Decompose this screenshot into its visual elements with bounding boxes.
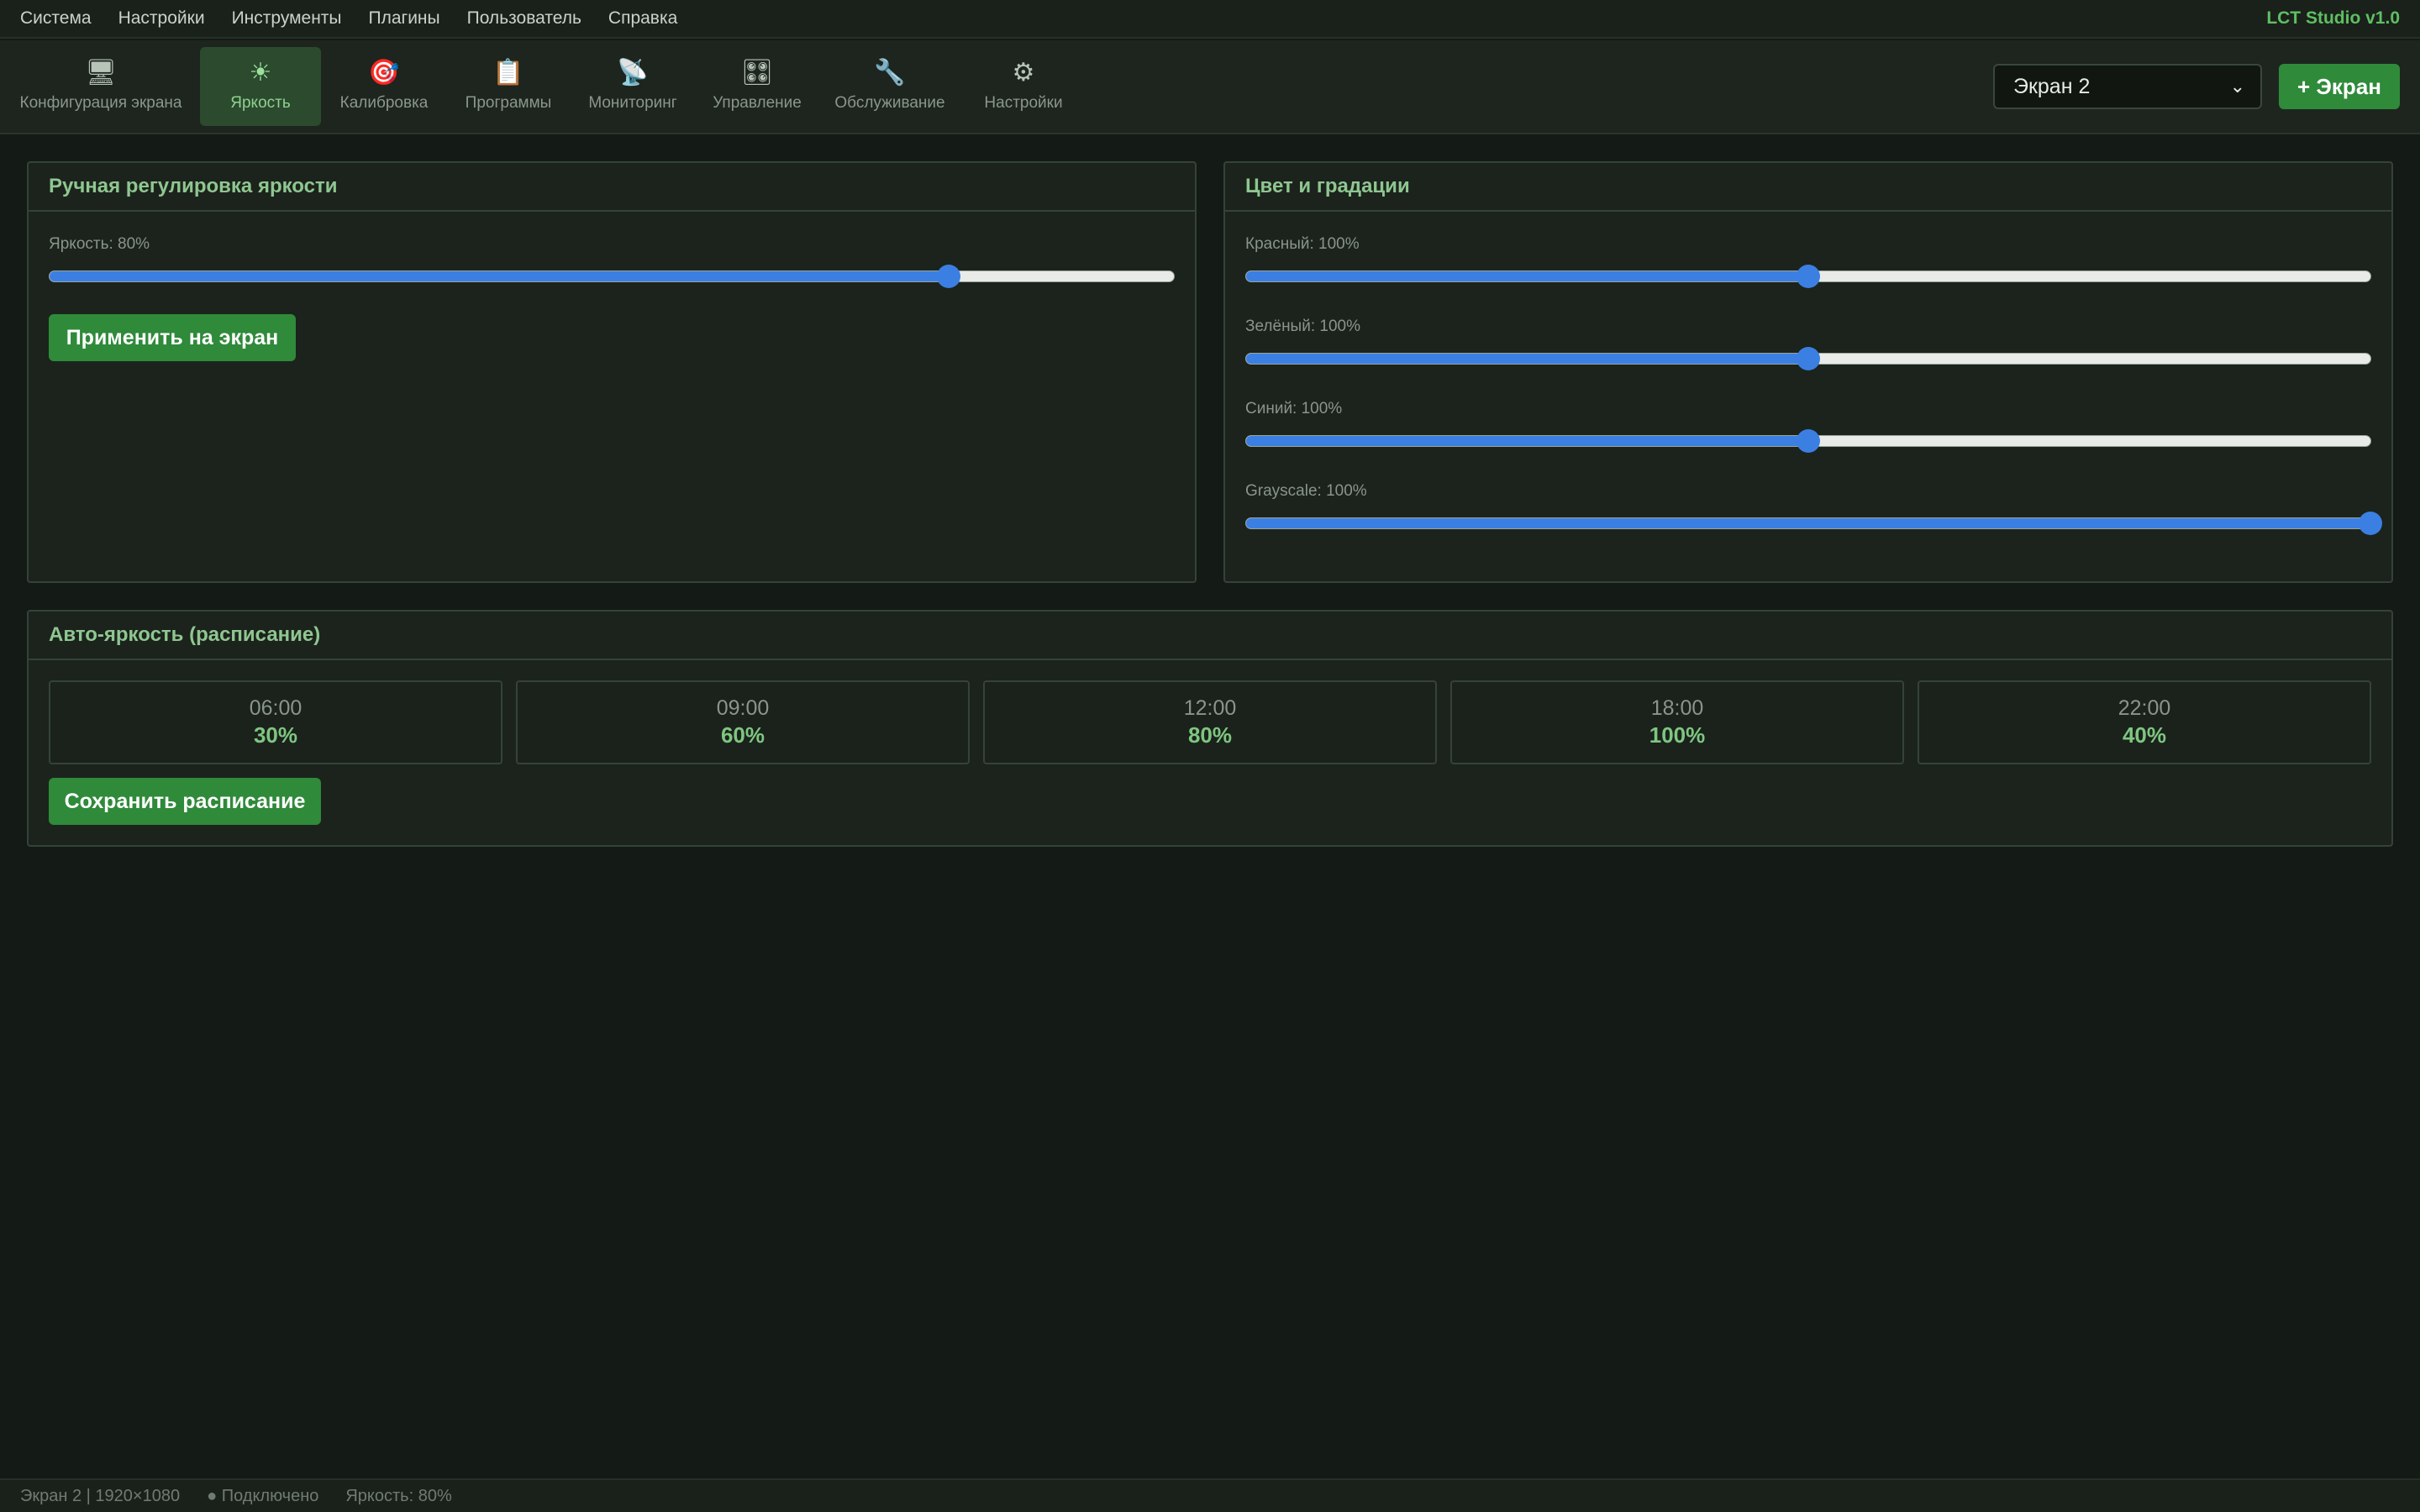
schedule-percent: 60% — [720, 722, 765, 748]
schedule-time: 18:00 — [1650, 696, 1704, 720]
schedule-entry[interactable]: 22:00 40% — [1918, 680, 2371, 764]
slider-fill — [1246, 271, 1808, 281]
brightness-slider[interactable] — [49, 265, 1175, 288]
blue-label: Синий: 100% — [1245, 400, 1343, 417]
menu-bar: Система Настройки Инструменты Плагины По… — [0, 0, 2420, 39]
tab-label: Обслуживание — [834, 94, 945, 112]
menu-settings[interactable]: Настройки — [118, 8, 205, 29]
schedule-percent: 80% — [1187, 722, 1233, 748]
tab-calibration[interactable]: 🎯 Калибровка — [329, 47, 439, 126]
tab-label: Управление — [713, 94, 802, 112]
schedule-time: 09:00 — [716, 696, 770, 720]
panel-title: Авто-яркость (расписание) — [29, 612, 2391, 660]
slider-fill — [1246, 436, 1808, 446]
blue-slider[interactable] — [1245, 429, 2371, 453]
schedule-time: 22:00 — [2118, 696, 2171, 720]
menu-plugins[interactable]: Плагины — [369, 8, 440, 29]
schedule-entry[interactable]: 12:00 80% — [983, 680, 1437, 764]
add-screen-button[interactable]: + Экран — [2279, 64, 2400, 109]
slider-thumb[interactable] — [2359, 512, 2382, 535]
tab-maintenance[interactable]: 🔧 Обслуживание — [827, 47, 953, 126]
control-knobs-icon: 🎛 — [740, 59, 774, 87]
grayscale-slider[interactable] — [1245, 512, 2382, 535]
screen-select-value: Экран 2 — [2013, 74, 2091, 98]
status-connection: ● Подключено — [207, 1486, 319, 1505]
schedule-percent: 40% — [2122, 722, 2167, 748]
clipboard-icon: 📋 — [492, 59, 524, 87]
sun-icon: ☀ — [249, 59, 272, 87]
slider-fill — [1246, 518, 2370, 528]
tab-monitoring[interactable]: 📡 Мониторинг — [576, 47, 689, 126]
tab-brightness[interactable]: ☀ Яркость — [200, 47, 321, 126]
tab-label: Яркость — [230, 94, 291, 112]
tab-programs[interactable]: 📋 Программы — [452, 47, 565, 126]
slider-fill — [1246, 354, 1808, 364]
wrench-icon: 🔧 — [874, 59, 906, 87]
satellite-icon: 📡 — [617, 59, 649, 87]
apply-to-screen-button[interactable]: Применить на экран — [49, 314, 296, 361]
slider-thumb[interactable] — [1797, 265, 1820, 288]
target-icon: 🎯 — [368, 59, 400, 87]
tab-screen-config[interactable]: 🖥 Конфигурация экрана — [13, 47, 188, 126]
panel-title: Цвет и градации — [1225, 163, 2391, 212]
red-slider[interactable] — [1245, 265, 2371, 288]
slider-thumb[interactable] — [1797, 347, 1820, 370]
green-slider[interactable] — [1245, 347, 2371, 370]
green-label: Зелёный: 100% — [1245, 318, 1360, 335]
slider-thumb[interactable] — [1797, 429, 1820, 453]
red-label: Красный: 100% — [1245, 235, 1360, 253]
schedule-percent: 100% — [1649, 722, 1706, 748]
schedule-entry[interactable]: 18:00 100% — [1450, 680, 1904, 764]
status-bar: Экран 2 | 1920×1080 ● Подключено Яркость… — [0, 1478, 2420, 1512]
monitor-icon: 🖥 — [84, 59, 118, 87]
schedule-time: 06:00 — [249, 696, 302, 720]
status-screen: Экран 2 | 1920×1080 — [20, 1486, 181, 1505]
manual-brightness-panel: Ручная регулировка яркости — [27, 161, 1197, 583]
tab-label: Мониторинг — [588, 94, 677, 112]
gear-icon: ⚙ — [1012, 59, 1035, 87]
status-brightness: Яркость: 80% — [345, 1486, 452, 1505]
menu-user[interactable]: Пользователь — [467, 8, 581, 29]
menu-tools[interactable]: Инструменты — [232, 8, 342, 29]
screen-select[interactable]: Экран 2 ⌄ — [1993, 64, 2262, 109]
grayscale-label: Grayscale: 100% — [1245, 482, 1367, 500]
schedule-percent: 30% — [253, 722, 298, 748]
tab-label: Программы — [465, 94, 552, 112]
chevron-down-icon: ⌄ — [2229, 76, 2245, 97]
menu-system[interactable]: Система — [20, 8, 92, 29]
schedule-time: 12:00 — [1183, 696, 1237, 720]
schedule-entry[interactable]: 09:00 60% — [516, 680, 970, 764]
app-brand: LCT Studio v1.0 — [2266, 8, 2400, 28]
tab-label: Настройки — [984, 94, 1063, 112]
brightness-label: Яркость: 80% — [49, 235, 150, 253]
menu-help[interactable]: Справка — [608, 8, 677, 29]
tab-control[interactable]: 🎛 Управление — [702, 47, 812, 126]
slider-fill — [50, 271, 950, 281]
save-schedule-button[interactable]: Сохранить расписание — [49, 778, 321, 825]
tab-settings[interactable]: ⚙ Настройки — [971, 47, 1076, 126]
schedule-entry[interactable]: 06:00 30% — [49, 680, 502, 764]
tab-label: Калибровка — [339, 94, 429, 112]
tab-label: Конфигурация экрана — [19, 94, 182, 112]
panel-title: Ручная регулировка яркости — [29, 163, 1195, 212]
